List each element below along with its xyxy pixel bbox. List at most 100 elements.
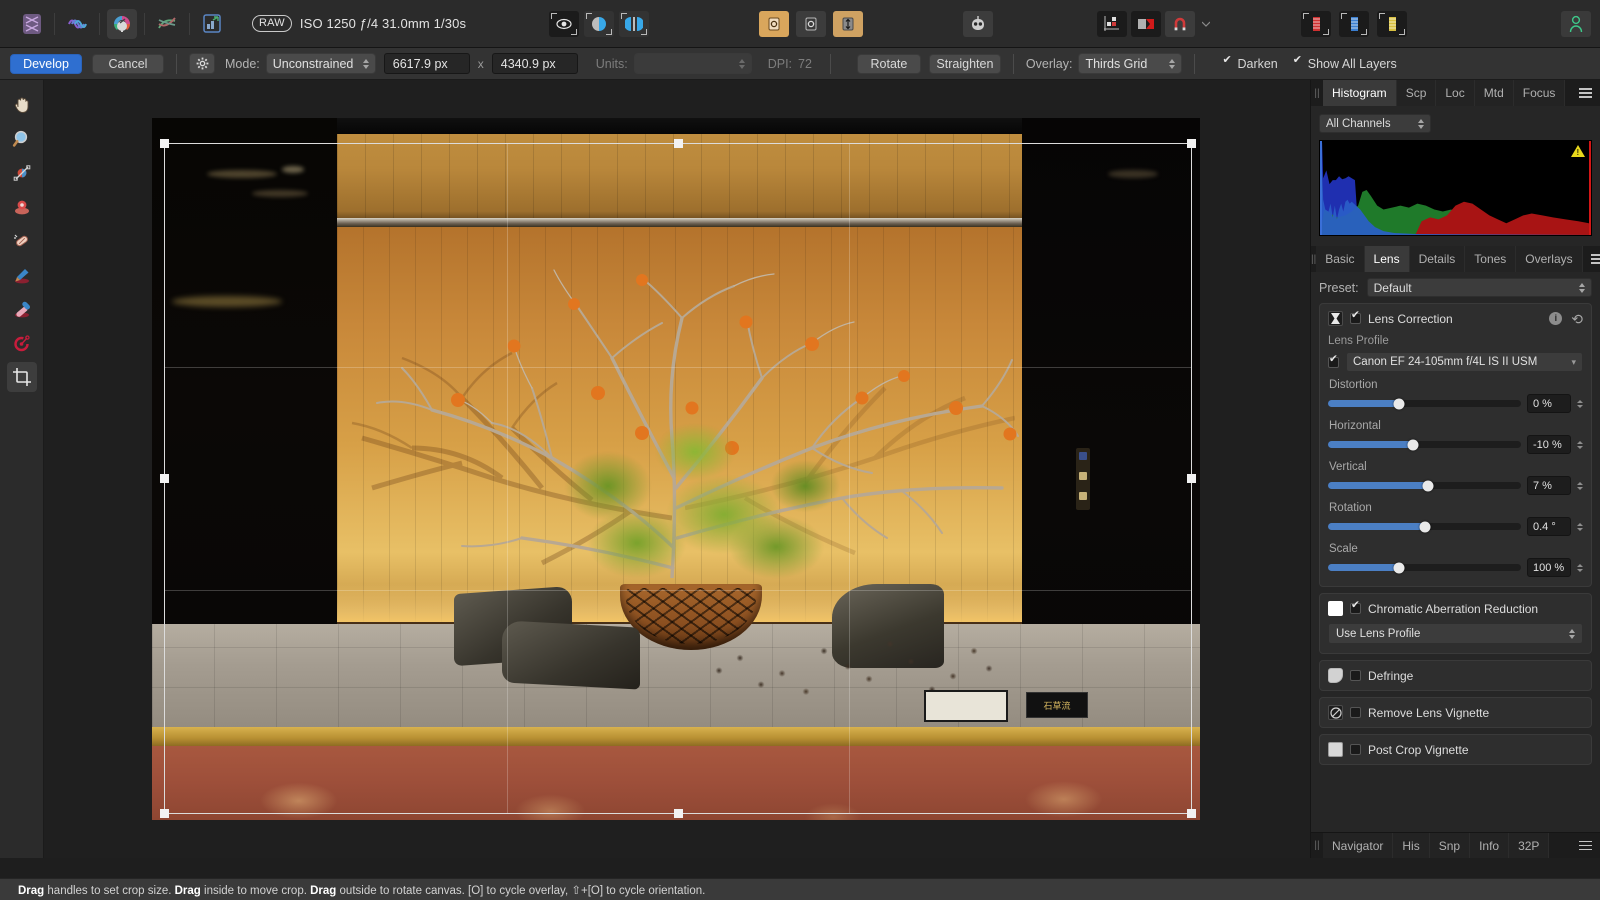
lens-correction-checkbox[interactable] (1350, 310, 1361, 324)
straighten-button[interactable]: Straighten (928, 53, 1001, 74)
persona-tone-curve[interactable] (152, 9, 182, 39)
scale-stepper-icon[interactable] (1577, 563, 1583, 572)
tool-zoom[interactable] (7, 124, 37, 154)
histogram-panel-menu-icon[interactable] (1571, 80, 1600, 106)
crop-settings-gear-icon[interactable] (189, 53, 215, 74)
assistant-button[interactable] (962, 10, 994, 37)
histogram-graph[interactable] (1319, 140, 1592, 236)
tool-patch[interactable] (7, 226, 37, 256)
cancel-button[interactable]: Cancel (92, 53, 164, 74)
chromatic-checkbox[interactable] (1350, 600, 1361, 614)
mask-button[interactable] (1131, 10, 1161, 37)
dpi-label: DPI: (767, 56, 793, 71)
tool-overlay-erase[interactable] (7, 294, 37, 324)
tab-snapshots[interactable]: Snp (1429, 833, 1471, 858)
horizontal-track[interactable] (1328, 439, 1521, 450)
view-mirror-button[interactable] (619, 10, 649, 37)
tab-32bit-preview[interactable]: 32P (1509, 833, 1550, 858)
image-canvas[interactable] (44, 80, 1310, 858)
tab-overlays[interactable]: Overlays (1516, 246, 1583, 272)
crop-width-input[interactable]: 6617.9 px (383, 53, 470, 74)
tool-white-balance[interactable] (7, 158, 37, 188)
horizontal-stepper-icon[interactable] (1577, 440, 1583, 449)
post-crop-vignette-checkbox[interactable] (1350, 744, 1361, 755)
scale-slider-row[interactable]: 100 % (1328, 558, 1583, 577)
tool-crop[interactable] (6, 362, 37, 392)
rotate-right-button[interactable] (796, 10, 826, 37)
remove-lens-vignette-checkbox[interactable] (1350, 707, 1361, 718)
distortion-track[interactable] (1328, 398, 1521, 409)
tool-blemish-removal[interactable] (7, 192, 37, 222)
flip-button[interactable] (833, 10, 863, 37)
darken-checkbox-box (1221, 55, 1232, 69)
tab-loc[interactable]: Loc (1436, 80, 1475, 106)
vertical-stepper-icon[interactable] (1577, 481, 1583, 490)
develop-button[interactable]: Develop (10, 53, 82, 74)
rotate-left-button[interactable] (759, 10, 789, 37)
lens-profile-select[interactable]: Canon EF 24-105mm f/4L IS II USM ▾ (1346, 352, 1583, 372)
persona-export[interactable] (197, 9, 227, 39)
persona-photo[interactable] (17, 9, 47, 39)
layer-grid-button[interactable] (1097, 10, 1127, 37)
view-before-after-button[interactable] (549, 10, 579, 37)
tab-tones[interactable]: Tones (1465, 246, 1517, 272)
tab-history[interactable]: His (1393, 833, 1430, 858)
persona-liquify[interactable] (62, 9, 92, 39)
show-all-layers-checkbox[interactable]: Show All Layers (1292, 55, 1397, 71)
mode-select[interactable]: Unconstrained (265, 53, 376, 74)
distortion-slider-row[interactable]: 0 % (1328, 394, 1583, 413)
panel-blue-button[interactable] (1339, 10, 1369, 37)
tab-lens[interactable]: Lens (1364, 246, 1410, 272)
scale-value[interactable]: 100 % (1527, 558, 1571, 577)
view-split-button[interactable] (584, 10, 614, 37)
vertical-slider-row[interactable]: 7 % (1328, 476, 1583, 495)
vertical-value[interactable]: 7 % (1527, 476, 1571, 495)
rotation-slider-row[interactable]: 0.4 ° (1328, 517, 1583, 536)
overlay-select[interactable]: Thirds Grid (1078, 53, 1183, 74)
photograph[interactable] (152, 118, 1200, 820)
scale-track[interactable] (1328, 562, 1521, 573)
magnet-button[interactable] (1165, 10, 1195, 37)
channel-select[interactable]: All Channels (1319, 114, 1431, 133)
horizontal-slider-row[interactable]: -10 % (1328, 435, 1583, 454)
tab-focus[interactable]: Focus (1513, 80, 1566, 106)
lens-profile-checkbox[interactable] (1328, 354, 1339, 368)
units-stepper-icon (731, 58, 745, 69)
tool-red-eye[interactable] (7, 328, 37, 358)
rotate-button[interactable]: Rotate (856, 53, 921, 74)
tab-details[interactable]: Details (1409, 246, 1466, 272)
crop-height-input[interactable]: 4340.9 px (491, 53, 578, 74)
tool-pan[interactable] (7, 90, 37, 120)
tool-overlay-paint[interactable] (7, 260, 37, 290)
persona-develop[interactable] (107, 8, 137, 39)
dpi-value[interactable]: 72 (798, 57, 812, 71)
horizontal-value[interactable]: -10 % (1527, 435, 1571, 454)
adjustments-panel-menu-icon[interactable] (1582, 246, 1600, 272)
chromatic-mode-select[interactable]: Use Lens Profile (1328, 623, 1583, 644)
chevron-down-icon[interactable] (1199, 11, 1213, 37)
reset-icon[interactable]: ⟲ (1571, 312, 1583, 326)
tab-scope[interactable]: Scp (1396, 80, 1437, 106)
vertical-track[interactable] (1328, 480, 1521, 491)
defringe-checkbox[interactable] (1350, 670, 1361, 681)
panel-grip-icon[interactable]: || (1311, 833, 1323, 858)
panel-yellow-button[interactable] (1377, 10, 1407, 37)
account-button[interactable] (1560, 10, 1592, 37)
panel-grip-icon[interactable]: || (1311, 80, 1323, 106)
rotation-track[interactable] (1328, 521, 1521, 532)
darken-checkbox[interactable]: Darken (1221, 55, 1277, 71)
distortion-stepper-icon[interactable] (1577, 399, 1583, 408)
tab-info[interactable]: Info (1470, 833, 1510, 858)
rotation-stepper-icon[interactable] (1577, 522, 1583, 531)
preset-select[interactable]: Default (1366, 278, 1592, 297)
tab-histogram[interactable]: Histogram (1323, 80, 1397, 106)
units-select[interactable] (633, 53, 752, 74)
bottom-panel-menu-icon[interactable] (1571, 833, 1600, 858)
tab-basic[interactable]: Basic (1316, 246, 1365, 272)
panel-red-button[interactable] (1301, 10, 1331, 37)
tab-navigator[interactable]: Navigator (1323, 833, 1394, 858)
info-icon[interactable]: i (1549, 312, 1563, 325)
distortion-value[interactable]: 0 % (1527, 394, 1571, 413)
rotation-value[interactable]: 0.4 ° (1527, 517, 1571, 536)
tab-mtd[interactable]: Mtd (1474, 80, 1514, 106)
